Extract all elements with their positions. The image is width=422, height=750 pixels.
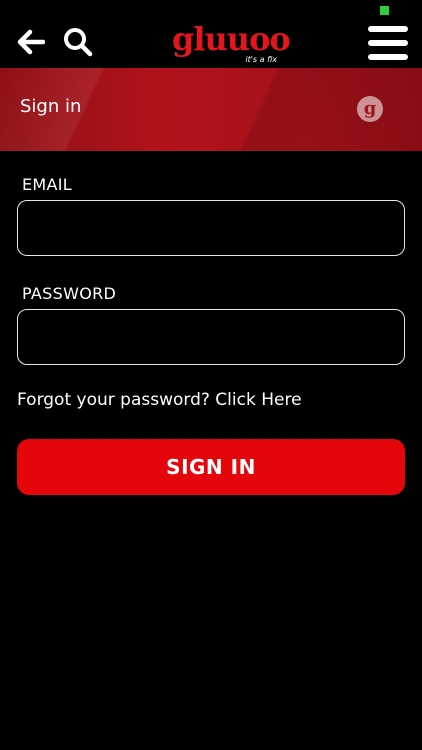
page-title: Sign in	[20, 96, 82, 117]
hamburger-menu-icon	[368, 26, 408, 32]
logo-tagline: it's a fix	[245, 55, 277, 64]
top-bar: gluuoo it's a fix	[0, 0, 422, 68]
logo-wordmark: gluuoo	[172, 20, 291, 58]
password-field[interactable]	[17, 309, 405, 365]
email-field[interactable]	[17, 200, 405, 256]
search-button[interactable]	[60, 24, 96, 60]
back-button[interactable]	[14, 24, 48, 60]
email-label: EMAIL	[22, 175, 72, 194]
brand-badge-icon: g	[357, 96, 383, 122]
sign-in-button[interactable]: SIGN IN	[17, 439, 405, 495]
app-logo[interactable]: gluuoo it's a fix	[172, 20, 291, 66]
status-indicator	[380, 6, 389, 15]
menu-button[interactable]	[368, 26, 408, 60]
back-arrow-icon	[17, 29, 45, 55]
password-label: PASSWORD	[22, 284, 117, 303]
page-banner: Sign in g	[0, 68, 422, 151]
forgot-password-link[interactable]: Click Here	[215, 390, 301, 410]
search-icon	[64, 28, 93, 57]
forgot-password-row: Forgot your password? Click Here	[17, 390, 302, 410]
forgot-password-text: Forgot your password?	[17, 390, 216, 410]
